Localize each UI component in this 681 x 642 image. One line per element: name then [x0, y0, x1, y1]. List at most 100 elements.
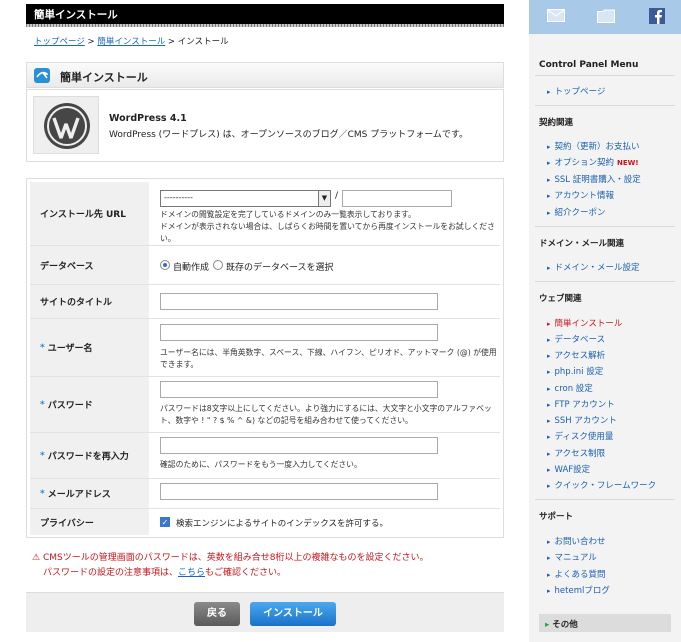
- sidebar-item-blog[interactable]: hetemlブログ: [547, 584, 610, 596]
- sidebar-header: [529, 0, 681, 34]
- database-existing-radio[interactable]: [213, 260, 223, 270]
- username-input[interactable]: [160, 324, 438, 341]
- sidebar-item-disk-usage[interactable]: ディスク使用量: [547, 430, 614, 442]
- sidebar-item-contact[interactable]: お問い合わせ: [547, 535, 606, 547]
- install-form: インストール先 URL ---------- ▼ / ドメインの閲覧設定を完了し…: [26, 178, 504, 538]
- sidebar-item-easy-install[interactable]: 簡単インストール: [547, 317, 623, 329]
- warning-line-1: CMSツールの管理画面のパスワードは、英数を組み合せ8桁以上の複雑なものを設定く…: [43, 553, 429, 563]
- sidebar-item-ssl[interactable]: SSL 証明書購入・設定: [547, 173, 641, 185]
- sidebar-section-support: サポート: [539, 512, 574, 522]
- sidebar-item-cron[interactable]: cron 設定: [547, 382, 593, 394]
- wordpress-logo-icon: [33, 96, 99, 154]
- warning-line-2-pre: パスワードの設定の注意事項は、: [43, 568, 179, 578]
- email-label: * メールアドレス: [30, 479, 150, 508]
- breadcrumb-easy-install-link[interactable]: 簡単インストール: [97, 37, 165, 47]
- sidebar-divider: [535, 281, 675, 282]
- breadcrumb-separator: >: [84, 37, 98, 47]
- install-icon: [34, 68, 50, 83]
- url-note-2: ドメインが表示されない場合は、しばらくお時間を置いてから再度インストールをお試し…: [160, 222, 495, 231]
- form-row-password: * パスワード パスワードは8文字以上にしてください。より強力にするには、大文字と…: [30, 377, 500, 433]
- privacy-label: プライバシー: [30, 509, 150, 535]
- sidebar-divider: [535, 226, 675, 227]
- back-button[interactable]: 戻る: [194, 602, 240, 626]
- username-label: * ユーザー名: [30, 319, 150, 376]
- breadcrumb-current: インストール: [177, 37, 229, 47]
- site-title-label: サイトのタイトル: [30, 285, 150, 318]
- form-row-database: データベース 自動作成 既存のデータベースを選択: [30, 246, 500, 285]
- url-slash: /: [335, 191, 339, 201]
- password-warning: ⚠ CMSツールの管理画面のパスワードは、英数を組み合せ8桁以上の複雑なものを設定…: [32, 551, 429, 581]
- url-path-input[interactable]: [342, 190, 452, 207]
- database-auto-label: 自動作成: [173, 263, 210, 273]
- form-row-privacy: プライバシー ✓ 検索エンジンによるサイトのインデックスを許可する。: [30, 509, 500, 535]
- main-content: 簡単インストール トップページ > 簡単インストール > インストール 簡単イン…: [26, 0, 504, 642]
- sidebar-section-contract: 契約関連: [539, 118, 574, 128]
- password-confirm-label: * パスワードを再入力: [30, 433, 150, 478]
- sidebar-item-php-ini[interactable]: php.ini 設定: [547, 365, 604, 377]
- folder-icon[interactable]: [597, 9, 615, 26]
- password-confirm-note: 確認のために、パスワードをもう一度入力してください。: [160, 460, 362, 469]
- sidebar-item-ssh[interactable]: SSH アカウント: [547, 414, 617, 426]
- sidebar-item-payment[interactable]: 契約（更新）お支払い: [547, 140, 640, 152]
- url-note-3: い。: [160, 234, 176, 243]
- chevron-down-icon: ▼: [318, 191, 330, 206]
- breadcrumb-top-link[interactable]: トップページ: [34, 37, 85, 47]
- button-bar: 戻る インストール: [26, 592, 504, 632]
- password-label: * パスワード: [30, 377, 150, 432]
- sidebar-item-quick-framework[interactable]: クイック・フレームワーク: [547, 479, 657, 491]
- install-button[interactable]: インストール: [250, 602, 336, 626]
- privacy-checkbox[interactable]: ✓: [160, 517, 170, 527]
- facebook-icon[interactable]: [649, 8, 665, 27]
- sidebar-item-top[interactable]: トップページ: [547, 85, 606, 97]
- mail-icon[interactable]: [547, 9, 565, 25]
- username-note-2: できます。: [160, 360, 199, 369]
- sidebar-item-faq[interactable]: よくある質問: [547, 568, 606, 580]
- sidebar-item-access-restriction[interactable]: アクセス制限: [547, 447, 606, 459]
- sidebar-item-option-label: オプション契約: [554, 158, 615, 168]
- warning-icon: ⚠: [32, 553, 41, 563]
- database-existing-label: 既存のデータベースを選択: [226, 263, 334, 273]
- app-description: WordPress (ワードプレス) は、オープンソースのブログ／CMS プラッ…: [109, 130, 469, 140]
- sidebar-divider: [535, 75, 675, 76]
- sidebar-item-manual[interactable]: マニュアル: [547, 551, 597, 563]
- new-badge: NEW!: [617, 159, 639, 167]
- sidebar-section-domain: ドメイン・メール関連: [539, 239, 625, 249]
- username-note-1: ユーザー名には、半角英数字、スペース、下線、ハイフン、ピリオド、アットマーク (…: [160, 348, 497, 357]
- section-heading-text: 簡単インストール: [60, 71, 148, 84]
- form-row-site-title: サイトのタイトル: [30, 285, 500, 319]
- form-row-password-confirm: * パスワードを再入力 確認のために、パスワードをもう一度入力してください。: [30, 433, 500, 479]
- sidebar-section-web: ウェブ関連: [539, 294, 582, 304]
- sidebar-item-waf[interactable]: WAF設定: [547, 463, 591, 475]
- url-label: インストール先 URL: [30, 182, 150, 245]
- form-row-username: * ユーザー名 ユーザー名には、半角英数字、スペース、下線、ハイフン、ピリオド、ア…: [30, 319, 500, 377]
- breadcrumb: トップページ > 簡単インストール > インストール: [34, 35, 229, 47]
- sidebar-item-other[interactable]: その他: [539, 614, 671, 632]
- url-note-1: ドメインの閲覧設定を完了しているドメインのみ一覧表示しております。: [160, 210, 416, 219]
- form-row-email: * メールアドレス: [30, 479, 500, 509]
- sidebar-item-account[interactable]: アカウント情報: [547, 189, 615, 201]
- database-label: データベース: [30, 246, 150, 284]
- sidebar: Control Panel Menu トップページ 契約関連 契約（更新）お支払…: [529, 0, 681, 642]
- sidebar-item-access-analysis[interactable]: アクセス解析: [547, 349, 606, 361]
- password-input[interactable]: [160, 381, 438, 398]
- form-row-url: インストール先 URL ---------- ▼ / ドメインの閲覧設定を完了し…: [30, 182, 500, 246]
- site-title-input[interactable]: [160, 293, 438, 310]
- sidebar-item-domain-mail[interactable]: ドメイン・メール設定: [547, 261, 640, 273]
- password-notes-link[interactable]: こちら: [178, 568, 205, 578]
- warning-line-2-post: もご確認ください。: [205, 568, 287, 578]
- password-note-2: ト、数字や ! " ? $ % ^ &) などの記号を組み合わせて使ってください…: [160, 416, 413, 425]
- sidebar-divider: [535, 105, 675, 106]
- sidebar-divider: [535, 499, 675, 500]
- email-input[interactable]: [160, 483, 438, 500]
- sidebar-item-ftp[interactable]: FTP アカウント: [547, 398, 615, 410]
- domain-select[interactable]: ---------- ▼: [160, 190, 331, 207]
- sidebar-item-coupon[interactable]: 紹介クーポン: [547, 206, 606, 218]
- domain-select-value: ----------: [164, 193, 193, 202]
- app-name: WordPress 4.1: [109, 113, 187, 124]
- password-confirm-input[interactable]: [160, 437, 438, 454]
- sidebar-item-option[interactable]: オプション契約NEW!: [547, 156, 639, 168]
- database-auto-radio[interactable]: [160, 260, 170, 270]
- app-info-box: WordPress 4.1 WordPress (ワードプレス) は、オープンソ…: [26, 89, 504, 162]
- sidebar-item-database[interactable]: データベース: [547, 333, 606, 345]
- privacy-checkbox-label: 検索エンジンによるサイトのインデックスを許可する。: [176, 519, 388, 529]
